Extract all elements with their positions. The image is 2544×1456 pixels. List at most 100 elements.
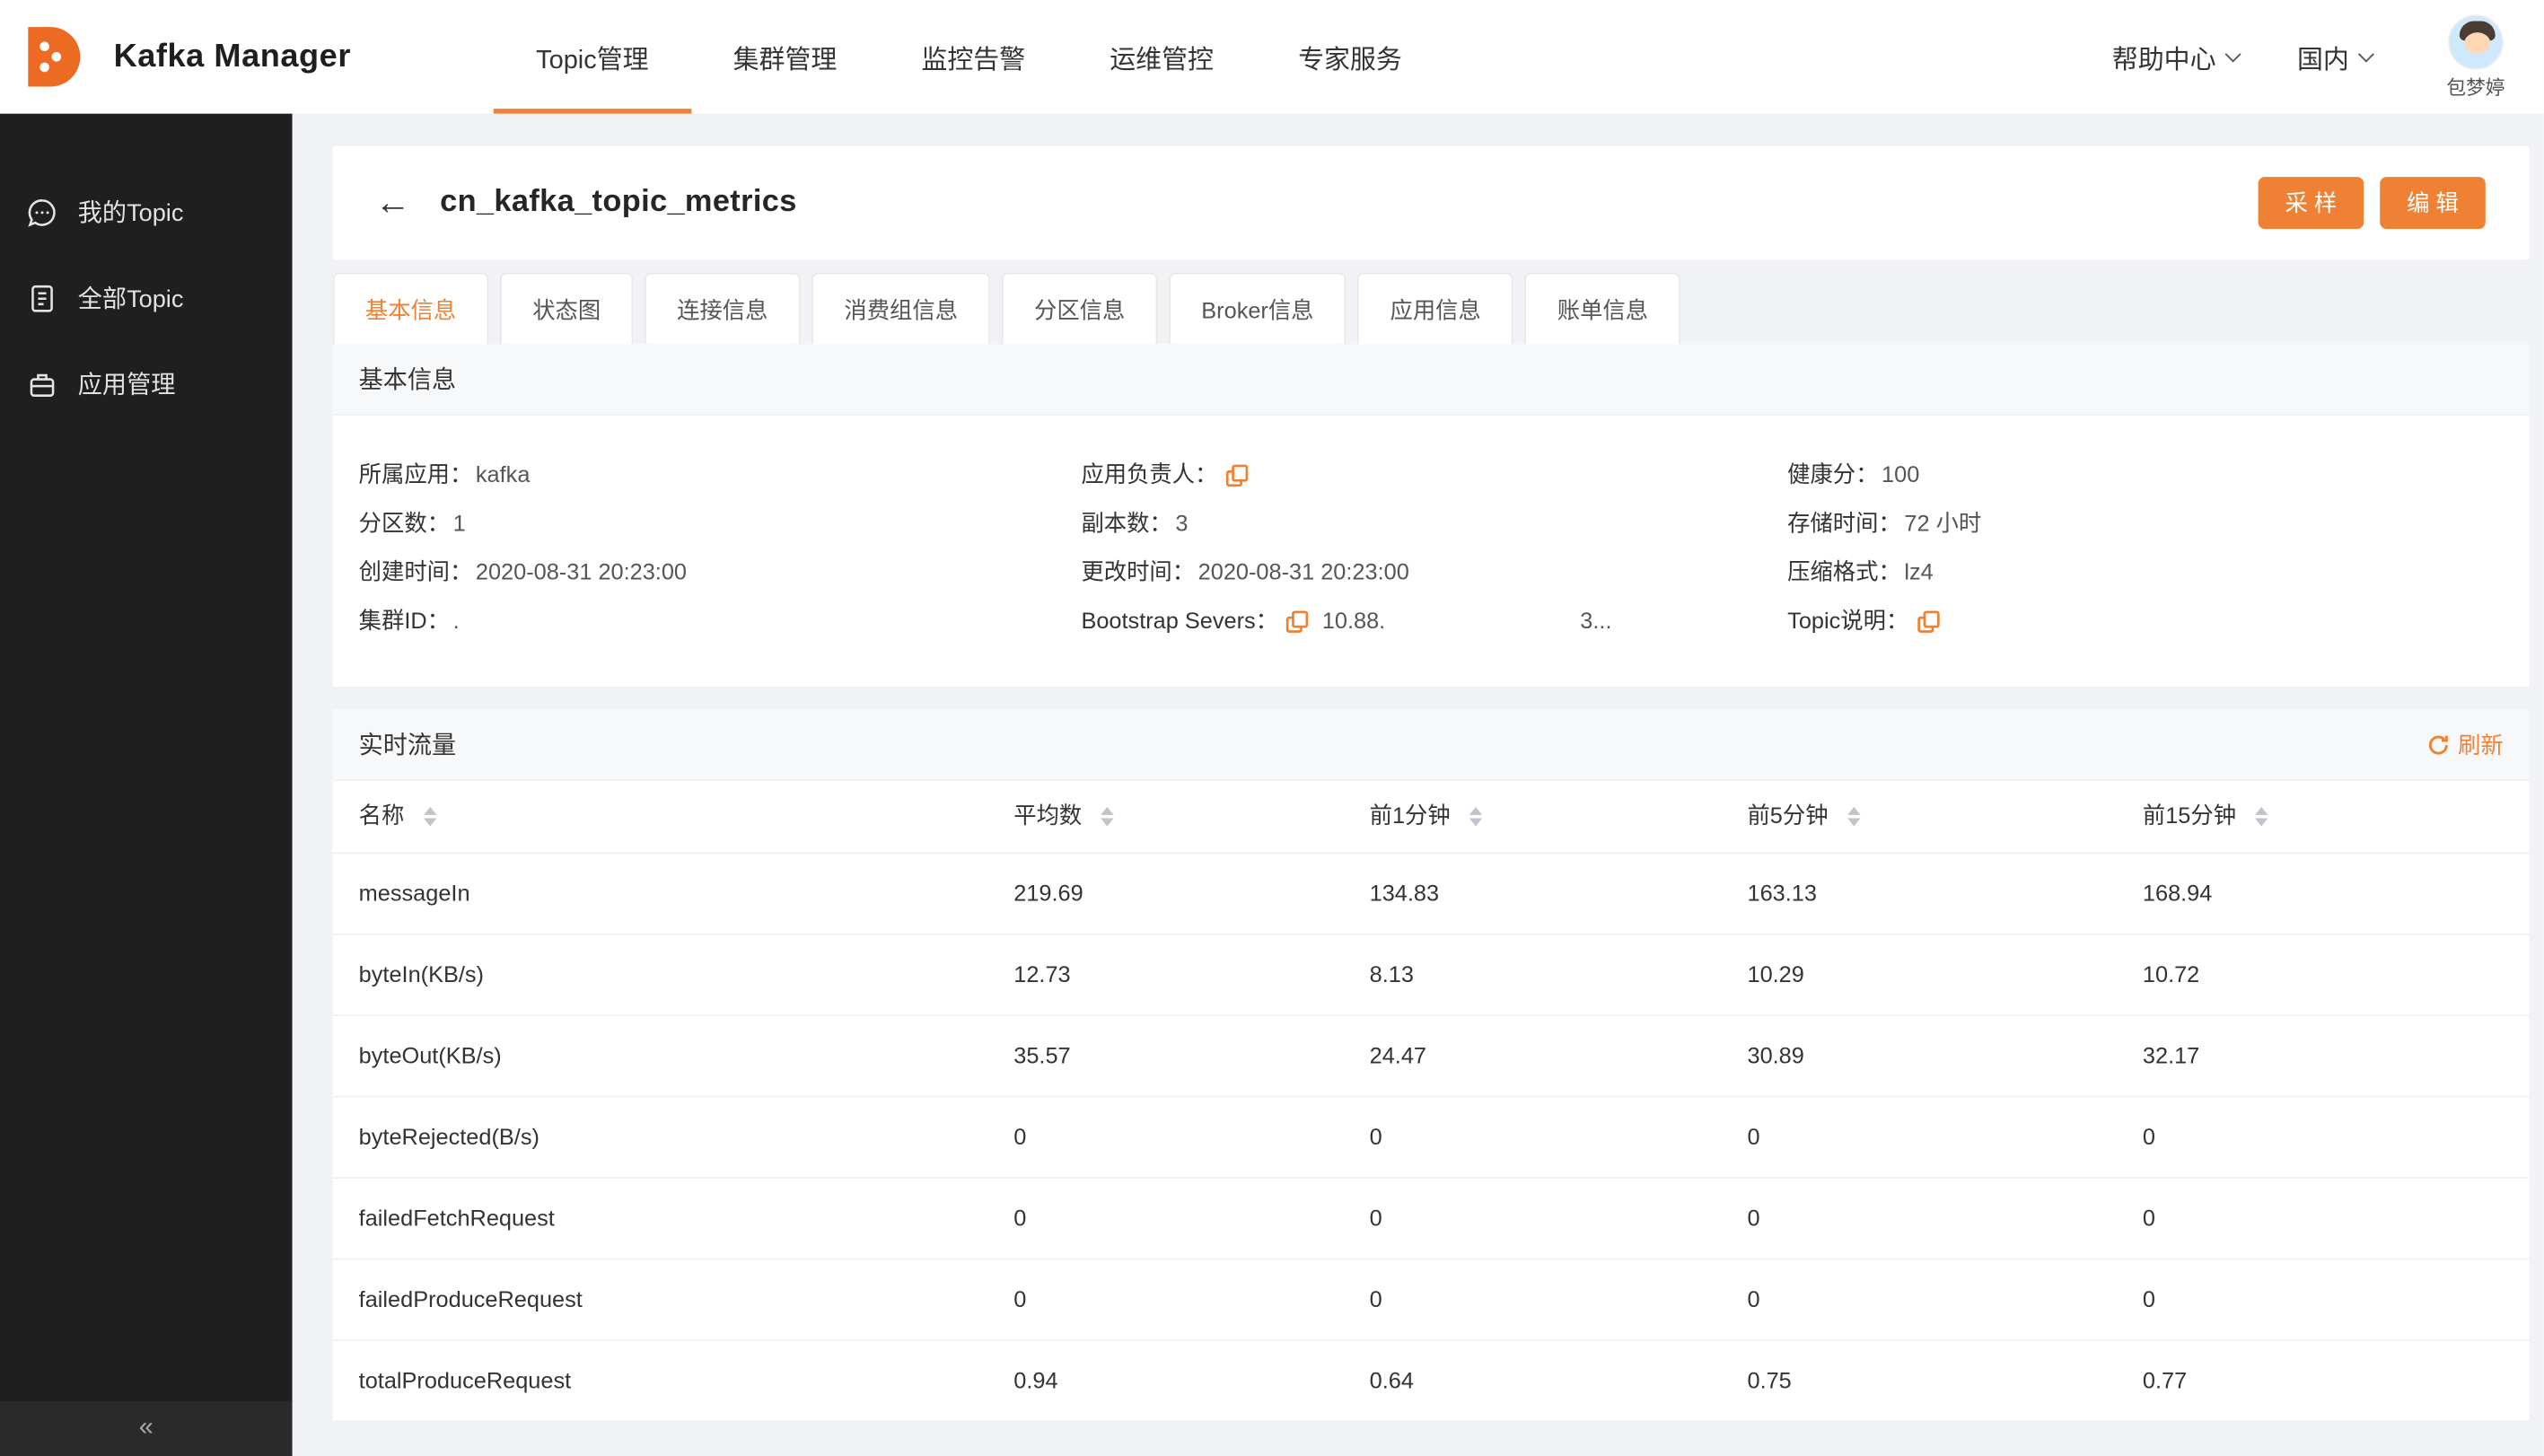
comment-icon [28,198,56,226]
sample-button[interactable]: 采 样 [2258,177,2364,229]
help-center-menu[interactable]: 帮助中心 [2111,38,2241,76]
sidebar-item-label: 全部Topic [77,285,184,314]
basic-info-card: 基本信息 所属应用： kafka 应用负责人： 健康分： 100 分区数： 1 … [332,344,2530,687]
field-value: 10.88. [1321,607,1386,634]
field-label: Topic说明： [1787,607,1909,634]
refresh-link[interactable]: 刷新 [2427,728,2504,760]
section-title: 基本信息 [358,366,457,395]
cell-metric-name: messageIn [332,852,1014,934]
cell-value: 32.17 [2142,1014,2530,1097]
sort-icon [1101,801,1115,833]
edit-button[interactable]: 编 辑 [2380,177,2486,229]
cell-value: 35.57 [1013,1014,1370,1097]
help-center-label: 帮助中心 [2111,47,2216,75]
sidebar-item-app-management[interactable]: 应用管理 [0,341,293,427]
cell-metric-name: failedProduceRequest [332,1258,1014,1340]
field-bootstrap-servers: Bootstrap Severs： 10.88. 3... [1081,604,1787,638]
field-value: . [452,607,460,634]
page-actions: 采 样 编 辑 [2258,177,2486,229]
app-management-icon [30,373,55,397]
cell-value: 10.72 [2142,933,2530,1016]
field-health-score: 健康分： 100 [1787,458,2504,492]
avatar[interactable] [2448,13,2504,69]
field-value-extra: 3... [1580,607,1612,634]
column-header-label: 前1分钟 [1369,802,1451,829]
field-value: kafka [475,460,531,487]
table-row: failedProduceRequest 0 0 0 0 [332,1258,2530,1340]
field-label: 集群ID： [358,607,450,634]
region-selector[interactable]: 国内 [2296,38,2374,76]
cell-metric-name: byteRejected(B/s) [332,1095,1014,1179]
tab-broker-info[interactable]: Broker信息 [1169,272,1347,345]
cell-value: 0.77 [2142,1339,2530,1422]
chevron-down-icon [2224,45,2241,62]
column-header-name[interactable]: 名称 [332,780,1014,854]
document-icon [31,285,53,311]
table-row: totalProduceRequest 0.94 0.64 0.75 0.77 [332,1339,2530,1422]
field-replica-count: 副本数： 3 [1081,506,1787,540]
field-label: 所属应用： [358,460,473,487]
sidebar-collapse-toggle[interactable]: « [0,1400,293,1456]
tab-app-info[interactable]: 应用信息 [1357,272,1513,345]
cell-value: 134.83 [1369,852,1748,934]
cell-metric-name: byteIn(KB/s) [332,933,1014,1016]
sidebar-item-my-topic[interactable]: 我的Topic [0,169,293,255]
column-header-last-5min[interactable]: 前5分钟 [1747,780,2143,854]
region-label: 国内 [2296,47,2349,75]
cell-value: 30.89 [1747,1014,2143,1097]
sidebar-item-label: 我的Topic [77,199,184,228]
refresh-icon [2428,734,2448,754]
column-header-last-15min[interactable]: 前15分钟 [2142,780,2530,854]
realtime-traffic-card: 实时流量 刷新 名称 平均数 前1分钟 前5分钟 前15分钟 messageIn… [332,709,2530,1422]
table-row: messageIn 219.69 134.83 163.13 168.94 [332,852,2530,934]
field-value: 2020-08-31 20:23:00 [475,558,687,585]
section-title: 实时流量 [358,732,457,760]
field-compression-format: 压缩格式： lz4 [1787,556,2504,590]
tab-partition-info[interactable]: 分区信息 [1001,272,1158,345]
cell-value: 8.13 [1369,933,1748,1016]
tab-billing-info[interactable]: 账单信息 [1524,272,1681,345]
tab-consumer-group-info[interactable]: 消费组信息 [811,272,991,345]
copy-icon[interactable] [1225,463,1249,487]
column-header-average[interactable]: 平均数 [1013,780,1370,854]
tab-basic-info[interactable]: 基本信息 [332,272,489,345]
sort-icon [423,801,437,833]
app-root: Kafka Manager Topic管理 集群管理 监控告警 运维管控 专家服… [0,0,2544,1456]
nav-expert-service[interactable]: 专家服务 [1256,0,1444,114]
field-label: 副本数： [1081,509,1172,536]
tab-status-chart[interactable]: 状态图 [500,272,634,345]
nav-monitor-alert[interactable]: 监控告警 [879,0,1067,114]
cell-value: 10.29 [1747,933,2143,1016]
column-header-last-1min[interactable]: 前1分钟 [1369,780,1748,854]
cell-metric-name: totalProduceRequest [332,1339,1014,1422]
main-nav: Topic管理 集群管理 监控告警 运维管控 专家服务 [494,0,1444,114]
tab-connection-info[interactable]: 连接信息 [644,272,801,345]
nav-topic-management[interactable]: Topic管理 [494,0,692,114]
cell-value: 0 [1013,1095,1370,1179]
column-header-label: 平均数 [1013,802,1083,829]
cell-value: 0 [2142,1177,2530,1259]
field-value: 72 小时 [1904,509,1982,536]
field-create-time: 创建时间： 2020-08-31 20:23:00 [359,556,1082,590]
detail-tabs: 基本信息 状态图 连接信息 消费组信息 分区信息 Broker信息 应用信息 账… [332,272,2530,345]
cell-value: 0.75 [1747,1339,2143,1422]
field-label: 健康分： [1787,460,1879,487]
cell-value: 163.13 [1747,852,2143,934]
cell-value: 0 [1369,1258,1748,1340]
user-menu[interactable]: 包梦婷 [2446,13,2505,100]
nav-ops-control[interactable]: 运维管控 [1067,0,1256,114]
copy-icon[interactable] [1917,610,1940,632]
sidebar-item-all-topic[interactable]: 全部Topic [0,255,293,341]
sidebar-items: 我的Topic 全部Topic 应用管理 [0,114,293,427]
back-arrow-icon[interactable]: ← [375,184,411,221]
app-logo-icon [28,27,81,87]
field-label: 存储时间： [1787,509,1901,536]
sidebar-item-label: 应用管理 [77,372,176,399]
field-modify-time: 更改时间： 2020-08-31 20:23:00 [1081,556,1787,590]
nav-cluster-management[interactable]: 集群管理 [691,0,880,114]
field-label: 创建时间： [358,558,473,585]
copy-icon[interactable] [1286,610,1309,632]
cell-value: 168.94 [2142,852,2530,934]
cell-value: 0 [1369,1095,1748,1179]
table-header-row: 名称 平均数 前1分钟 前5分钟 前15分钟 [332,780,2530,854]
